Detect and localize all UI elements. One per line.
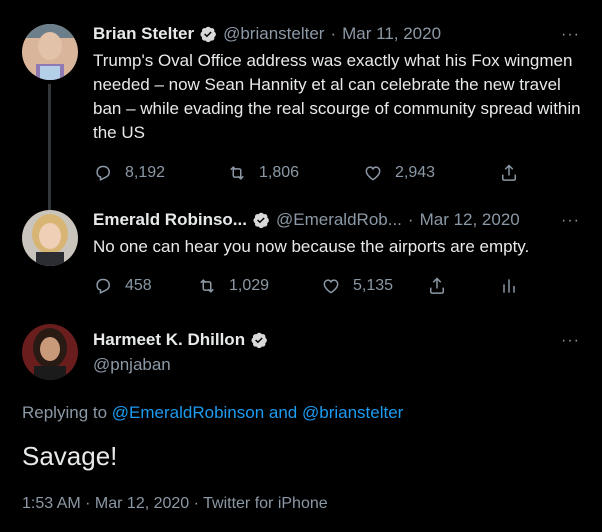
like-icon (323, 279, 339, 294)
verified-badge-icon (250, 331, 268, 349)
display-name[interactable]: Brian Stelter (93, 24, 194, 44)
reply-count: 458 (125, 277, 152, 294)
avatar-harmeet-dhillon[interactable] (22, 324, 78, 380)
tweet-meta: 1:53 AM · Mar 12, 2020 · Twitter for iPh… (22, 495, 328, 512)
analytics-button[interactable] (499, 276, 531, 296)
reply-count: 8,192 (125, 164, 166, 181)
reply-button[interactable]: 458 (93, 276, 197, 296)
retweet-button[interactable]: 1,806 (227, 163, 363, 183)
tweet-actions: 8,192 1,806 2,943 (93, 163, 531, 183)
handle[interactable]: @brianstelter (223, 24, 324, 44)
tweet-actions: 458 1,029 5,135 (93, 276, 531, 296)
avatar-image (22, 324, 78, 380)
share-button[interactable] (499, 163, 531, 183)
retweet-count: 1,029 (229, 277, 270, 294)
avatar-image (22, 210, 78, 266)
analytics-icon (503, 279, 515, 293)
tweet-text: Trump's Oval Office address was exactly … (93, 51, 581, 142)
retweet-icon (230, 166, 244, 180)
retweet-count: 1,806 (259, 164, 300, 181)
tweet-header: Brian Stelter @brianstelter · Mar 11, 20… (93, 24, 441, 44)
reply-icon (96, 278, 111, 295)
tweet-header: Harmeet K. Dhillon (93, 330, 274, 350)
avatar-brian-stelter[interactable] (22, 24, 78, 80)
handle[interactable]: @EmeraldRob... (276, 210, 402, 230)
share-icon (430, 277, 444, 294)
tweet-header: Emerald Robinso... @EmeraldRob... · Mar … (93, 210, 520, 230)
share-icon (502, 164, 516, 181)
display-name[interactable]: Emerald Robinso... (93, 210, 247, 230)
main-tweet-text: Savage! (22, 441, 118, 471)
handle[interactable]: @pnjaban (93, 355, 171, 375)
replying-to: Replying to @EmeraldRobinson and @brians… (22, 403, 403, 423)
retweet-button[interactable]: 1,029 (197, 276, 321, 296)
timestamp[interactable]: Mar 11, 2020 (342, 24, 441, 44)
reply-button[interactable]: 8,192 (93, 163, 227, 183)
more-icon[interactable]: ··· (561, 332, 580, 350)
retweet-icon (200, 279, 214, 293)
like-count: 5,135 (353, 277, 394, 294)
replying-prefix: Replying to (22, 403, 112, 422)
like-button[interactable]: 2,943 (363, 163, 499, 183)
tweet-emerald-robinson[interactable]: Emerald Robinso... @EmeraldRob... · Mar … (0, 210, 602, 310)
avatar-image (22, 24, 78, 80)
display-name[interactable]: Harmeet K. Dhillon (93, 330, 245, 350)
tweet-text: No one can hear you now because the airp… (93, 237, 530, 256)
share-button[interactable] (427, 276, 499, 296)
avatar-emerald-robinson[interactable] (22, 210, 78, 266)
more-icon[interactable]: ··· (561, 212, 580, 230)
verified-badge-icon (199, 25, 217, 43)
separator: · (330, 24, 337, 43)
like-icon (365, 166, 381, 181)
reply-icon (96, 165, 111, 182)
more-icon[interactable]: ··· (561, 26, 580, 44)
verified-badge-icon (252, 211, 270, 229)
tweet-brian-stelter[interactable]: Brian Stelter @brianstelter · Mar 11, 20… (0, 24, 602, 262)
like-count: 2,943 (395, 164, 436, 181)
like-button[interactable]: 5,135 (321, 276, 427, 296)
timestamp[interactable]: Mar 12, 2020 (420, 210, 520, 230)
replying-to-links[interactable]: @EmeraldRobinson and @brianstelter (112, 403, 404, 422)
separator: · (407, 210, 414, 229)
